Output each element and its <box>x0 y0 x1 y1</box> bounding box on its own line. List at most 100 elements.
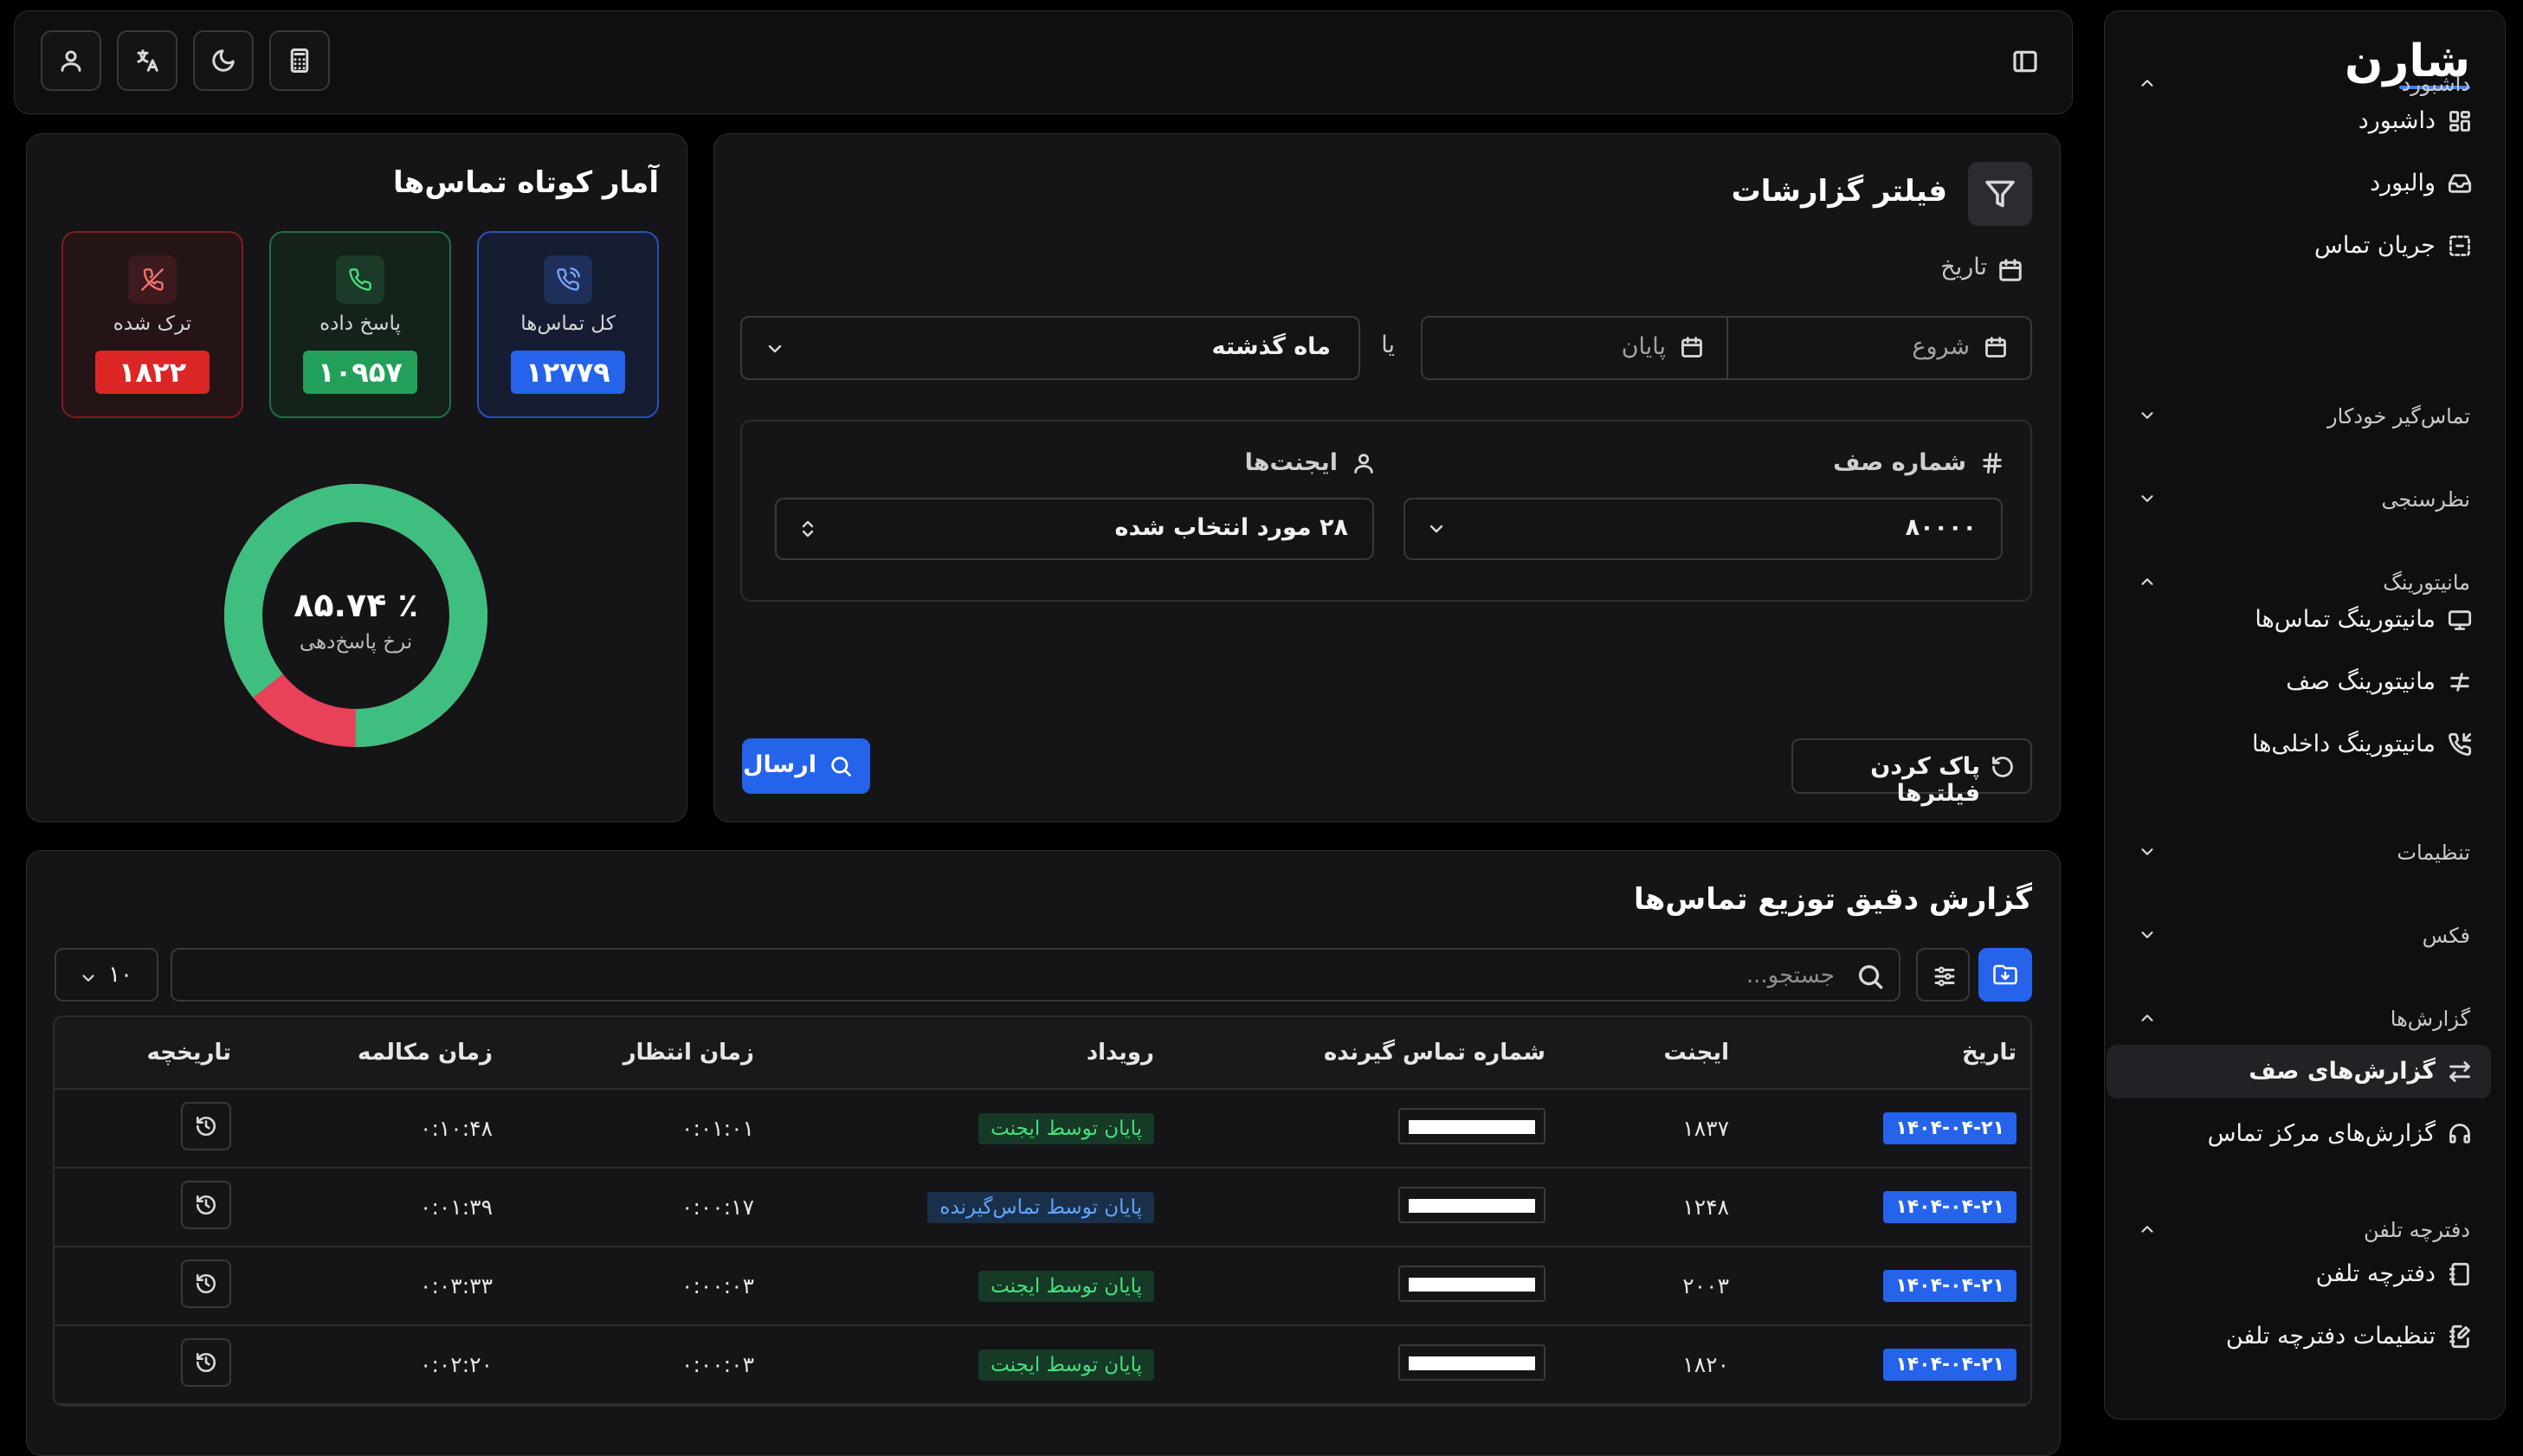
col-date[interactable]: تاریخ <box>1743 1017 2030 1090</box>
sidebar-item-extension-monitoring[interactable]: مانیتورینگ داخلی‌ها <box>2107 718 2491 771</box>
sidebar-item-call-monitoring[interactable]: مانیتورینگ تماس‌ها <box>2107 593 2491 647</box>
sidebar-section-fax[interactable]: فکس <box>2103 913 2505 957</box>
start-date-input[interactable]: شروع <box>1726 318 2030 378</box>
event-badge: پایان توسط ایجنت <box>978 1112 1154 1144</box>
monitor-call-icon <box>2448 608 2472 632</box>
sidebar-toggle-icon[interactable] <box>2011 48 2039 75</box>
theme-button[interactable] <box>193 30 254 91</box>
cell-wait: ۰:۰۰:۱۷ <box>507 1168 768 1247</box>
column-settings-button[interactable] <box>1916 948 1970 1002</box>
cell-wait: ۰:۰۰:۰۳ <box>507 1247 768 1326</box>
table-search <box>171 948 1900 1002</box>
card-label: پاسخ داده <box>319 312 401 335</box>
history-button[interactable] <box>181 1337 231 1387</box>
answer-rate-label: نرخ پاسخ‌دهی <box>299 631 413 654</box>
sidebar-item-phonebook-settings[interactable]: تنظیمات دفترچه تلفن <box>2107 1310 2491 1363</box>
col-talk[interactable]: زمان مکالمه <box>245 1017 507 1090</box>
cell-caller <box>1168 1247 1559 1326</box>
calculator-button[interactable] <box>269 30 330 91</box>
chevron-down-icon <box>768 345 782 353</box>
language-button[interactable] <box>117 30 177 91</box>
history-button[interactable] <box>181 1259 231 1308</box>
event-badge: پایان توسط تماس‌گیرنده <box>927 1191 1154 1223</box>
history-button[interactable] <box>181 1101 231 1150</box>
sidebar-item-label: مانیتورینگ داخلی‌ها <box>2251 731 2436 757</box>
sidebar-item-wallboard[interactable]: والبورد <box>2107 157 2491 210</box>
sidebar-section-settings[interactable]: تنظیمات <box>2103 830 2505 873</box>
col-history: تاریخچه <box>55 1017 245 1090</box>
user-button[interactable] <box>41 30 101 91</box>
masked-caller-number <box>1398 1186 1545 1223</box>
or-label: یا <box>1381 332 1395 358</box>
grid-icon <box>2448 109 2472 133</box>
export-button[interactable] <box>1978 948 2032 1002</box>
date-range-picker: شروع پایان <box>1421 316 2032 380</box>
cell-caller <box>1168 1168 1559 1247</box>
inbox-icon <box>2448 171 2472 196</box>
col-agent[interactable]: ایجنت <box>1559 1017 1743 1090</box>
period-select[interactable]: ماه گذشته <box>740 316 1360 380</box>
date-label: تاریخ <box>1940 254 1987 280</box>
queue-select[interactable]: ۸۰۰۰۰ <box>1403 498 2003 560</box>
calendar-icon <box>1985 337 2006 358</box>
sidebar-item-queue-monitoring[interactable]: مانیتورینگ صف <box>2107 655 2491 709</box>
cell-talk: ۰:۰۲:۲۰ <box>245 1325 507 1405</box>
calendar-icon <box>1681 337 1702 358</box>
history-icon <box>196 1195 216 1214</box>
range-divider <box>1726 318 1728 378</box>
history-button[interactable] <box>181 1180 231 1229</box>
sidebar-item-phonebook[interactable]: دفترچه تلفن <box>2107 1247 2491 1301</box>
queue-value: ۸۰۰۰۰ <box>1905 514 1977 541</box>
cell-date: ۱۴۰۴-۰۴-۲۱ <box>1743 1089 2030 1169</box>
sidebar-item-queue-reports[interactable]: گزارش‌های صف <box>2107 1045 2491 1098</box>
start-placeholder: شروع <box>1912 333 1970 360</box>
cell-event: پایان توسط ایجنت <box>768 1247 1168 1326</box>
table-header-row: تاریخ ایجنت شماره تماس گیرنده رویداد زما… <box>55 1017 2030 1090</box>
total-calls-card: کل تماس‌ها ۱۲۷۷۹ <box>477 231 659 418</box>
headset-icon <box>2448 1122 2472 1146</box>
search-input[interactable] <box>205 958 1836 993</box>
stats-panel: آمار کوتاه تماس‌ها کل تماس‌ها ۱۲۷۷۹ پاسخ… <box>26 133 687 822</box>
table-title: گزارش دقیق توزیع تماس‌ها <box>1633 882 2032 917</box>
card-label: کل تماس‌ها <box>520 312 616 335</box>
sidebar-section-phonebook[interactable]: دفترچه تلفن <box>2103 1208 2505 1251</box>
masked-caller-number <box>1398 1107 1545 1144</box>
section-label: مانیتورینگ <box>2383 570 2470 595</box>
chevron-down-icon <box>2138 842 2157 861</box>
col-event[interactable]: رویداد <box>768 1017 1168 1090</box>
sidebar-item-label: گزارش‌های صف <box>2249 1058 2436 1085</box>
agents-value: ۲۸ مورد انتخاب شده <box>1114 514 1348 541</box>
search-icon <box>831 757 851 776</box>
chevron-up-icon <box>2138 572 2157 591</box>
sidebar-section-autodialer[interactable]: تماس‌گیر خودکار <box>2103 394 2505 437</box>
agents-select[interactable]: ۲۸ مورد انتخاب شده <box>775 498 1374 560</box>
table-row: ۱۴۰۴-۰۴-۲۱ ۲۰۰۳ پایان توسط ایجنت ۰:۰۰:۰۳ ۰:۰… <box>55 1247 2030 1326</box>
col-wait[interactable]: زمان انتظار <box>507 1017 768 1090</box>
cell-talk: ۰:۱۰:۴۸ <box>245 1089 507 1169</box>
card-value: ۱۲۷۷۹ <box>511 351 625 394</box>
end-placeholder: پایان <box>1621 333 1666 360</box>
end-date-input[interactable]: پایان <box>1423 318 1726 378</box>
sidebar-item-label: داشبورد <box>2358 107 2436 134</box>
sidebar-item-dashboard[interactable]: داشبورد <box>2107 94 2491 148</box>
sidebar-section-reports[interactable]: گزارش‌ها <box>2103 996 2505 1040</box>
book-edit-icon <box>2448 1324 2472 1349</box>
sidebar-item-call-flow[interactable]: جریان تماس <box>2107 219 2491 273</box>
sidebar-item-callcenter-reports[interactable]: گزارش‌های مرکز تماس <box>2107 1107 2491 1161</box>
abandoned-calls-card: ترک شده ۱۸۲۲ <box>61 231 243 418</box>
chevron-up-icon <box>2138 1220 2157 1239</box>
page-size-select[interactable]: ۱۰ <box>55 948 158 1002</box>
filter-title: فیلتر گزارشات <box>1731 174 1947 209</box>
event-badge: پایان توسط ایجنت <box>978 1270 1154 1302</box>
sidebar-section-survey[interactable]: نظرسنجی <box>2103 477 2505 520</box>
col-caller[interactable]: شماره تماس گیرنده <box>1168 1017 1559 1090</box>
clear-filters-button[interactable]: پاک کردن فیلترها <box>1791 738 2032 807</box>
book-icon <box>2448 1262 2472 1286</box>
answered-calls-card: پاسخ داده ۱۰۹۵۷ <box>269 231 451 418</box>
section-label: گزارش‌ها <box>2390 1007 2470 1031</box>
submit-button[interactable]: ارسال <box>742 738 870 794</box>
sidebar: شارن داشبورد داشبورد والبورد جریان تماس … <box>2104 10 2506 1420</box>
event-badge: پایان توسط ایجنت <box>978 1349 1154 1381</box>
card-value: ۱۰۹۵۷ <box>303 351 417 394</box>
filter-icon <box>1968 162 2032 226</box>
